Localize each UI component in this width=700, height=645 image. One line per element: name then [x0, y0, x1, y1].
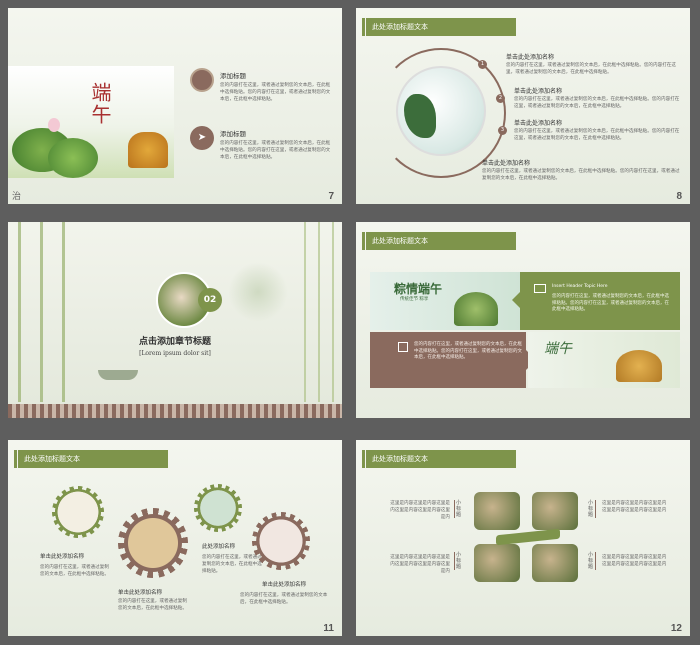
zongzi-icon	[454, 292, 498, 326]
slide-header: 此处添加标题文本	[362, 18, 516, 36]
boat-silhouette	[98, 370, 138, 380]
zongzi-photo	[532, 544, 578, 582]
lotus-leaf-icon	[48, 138, 98, 178]
text-block: 这里是内容这里是内容这里是内这里是内容这里是内容这里是内	[390, 555, 450, 574]
slide-mark: 治	[12, 192, 22, 202]
trees-background	[228, 262, 288, 322]
zongzi-photo	[474, 544, 520, 582]
section-subtitle[interactable]: [Lorem ipsum dolor sit]	[8, 350, 342, 357]
text-block: 这里是内容这里是内容这里是内这里是内容这里是内容这里是内	[602, 555, 667, 567]
step-number: 3	[498, 126, 507, 135]
slide-8[interactable]: 此处添加标题文本 1 单击此处添加名称 您的内容打在这里，或者通过复制您的文本后…	[356, 8, 690, 204]
zongzi-icon	[128, 132, 168, 168]
sub-tag: 小标题	[454, 500, 462, 518]
item-body: 您的内容打在这里，或者通过复制您的文本后，在此框中选择粘贴。	[40, 565, 109, 577]
slide-header: 此处添加标题文本	[362, 232, 516, 250]
dragon-icon	[404, 94, 436, 138]
share-icon	[398, 342, 408, 352]
step-number: 2	[496, 94, 505, 103]
step-body: 您的内容打在这里，或者通过复制您的文本后，在此框中选择粘贴。您的内容打在这里，或…	[506, 63, 676, 75]
panel-body: 您的内容打在这里，或者通过复制您的文本后，在此框中选择粘贴。您的内容打在这里，或…	[552, 294, 669, 312]
hero-image: 端午	[8, 66, 174, 178]
slide-header: 此处添加标题文本	[14, 450, 168, 468]
lotus-flower-icon	[48, 118, 60, 132]
section-badge: 02	[198, 288, 222, 312]
banner-zongzi-1: 粽情端午 传统佳节 粽享	[370, 272, 520, 330]
ring-image-1	[52, 486, 104, 538]
item-body: 您的内容打在这里，或者通过复制您的文本后，在此框中选择粘贴。	[202, 555, 262, 574]
paper-plane-icon: ➤	[190, 126, 214, 150]
sub-tag: 小标题	[588, 552, 596, 570]
step-title: 单击此处添加名称	[514, 88, 563, 95]
panel-title: Insert Header Topic Here	[552, 284, 608, 289]
green-panel: Insert Header Topic Here 您的内容打在这里，或者通过复制…	[520, 272, 680, 330]
text-block: 这里是内容这里是内容这里是内这里是内容这里是内容这里是内	[602, 501, 667, 513]
duanwu-logo: 端午	[88, 82, 112, 126]
feature-title: 添加标题	[220, 130, 246, 138]
ring-image-4	[252, 512, 310, 570]
dragon-boat-image	[396, 66, 486, 156]
banner-title: 端午	[544, 341, 572, 357]
green-arrow-connector	[496, 528, 560, 546]
slide-header: 此处添加标题文本	[362, 450, 516, 468]
ring-image-3	[194, 484, 242, 532]
chevron-left-icon[interactable]	[512, 290, 522, 310]
slide-11[interactable]: 此处添加标题文本 单击此处添加名称 您的内容打在这里，或者通过复制您的文本后，在…	[8, 440, 342, 636]
item-title: 单击此处添加名称	[118, 590, 163, 596]
step-title: 单击此处添加名称	[514, 120, 563, 127]
step-number: 1	[478, 60, 487, 69]
slide-9[interactable]: 02 点击添加章节标题 [Lorem ipsum dolor sit] 9	[8, 222, 342, 418]
zongzi-icon	[616, 350, 662, 382]
section-title[interactable]: 点击添加章节标题	[8, 334, 342, 347]
step-title: 单击此处添加名称	[482, 160, 531, 167]
slide-7[interactable]: 端午 添加标题 您的内容打在这里，或者通过复制您的文本后，在此框中选择粘贴。您的…	[8, 8, 342, 204]
step-title: 单击此处添加名称	[506, 54, 555, 61]
banner-title: 粽情端午	[394, 282, 443, 296]
lotus-badge-icon	[190, 68, 214, 92]
item-title: 此处添加名称	[202, 544, 236, 550]
step-body: 您的内容打在这里，或者通过复制您的文本后，在此框中选择粘贴。您的内容打在这里，或…	[482, 169, 680, 181]
panel-body: 您的内容打在这里，或者通过复制您的文本后，在此框中选择粘贴。您的内容打在这里，或…	[414, 342, 522, 360]
banner-zongzi-2: 端午	[528, 332, 680, 388]
decorative-lattice-border	[8, 404, 342, 418]
ring-image-2	[118, 508, 188, 578]
feature-title: 添加标题	[220, 72, 246, 80]
image-icon	[534, 284, 546, 293]
zongzi-photo	[474, 492, 520, 530]
banner-subtitle: 传统佳节 粽享	[400, 297, 429, 302]
slide-number: 8	[676, 191, 682, 202]
bamboo-left-image	[8, 222, 78, 402]
item-body: 您的内容打在这里，或者通过复制您的文本后，在此框中选择粘贴。	[240, 593, 328, 605]
zongzi-photo	[532, 492, 578, 530]
step-body: 您的内容打在这里，或者通过复制您的文本后，在此框中选择粘贴。您的内容打在这里，或…	[514, 129, 680, 141]
bamboo-right-image	[292, 222, 342, 402]
item-body: 您的内容打在这里，或者通过复制您的文本后，在此框中选择粘贴。	[118, 599, 187, 611]
sub-tag: 小标题	[588, 500, 596, 518]
slide-number: 12	[670, 623, 682, 634]
slide-number: 7	[328, 191, 334, 202]
step-body: 您的内容打在这里，或者通过复制您的文本后，在此框中选择粘贴。您的内容打在这里，或…	[514, 97, 680, 109]
slide-number: 11	[323, 623, 334, 634]
feature-body: 您的内容打在这里，或者通过复制您的文本后，在此框中选择粘贴。您的内容打在这里，或…	[220, 141, 331, 160]
sub-tag: 小标题	[454, 552, 462, 570]
text-block: 这里是内容这里是内容这里是内这里是内容这里是内容这里是内	[390, 501, 450, 520]
brown-panel: 您的内容打在这里，或者通过复制您的文本后，在此框中选择粘贴。您的内容打在这里，或…	[370, 332, 526, 388]
item-title: 单击此处添加名称	[40, 554, 85, 560]
feature-body: 您的内容打在这里，或者通过复制您的文本后，在此框中选择粘贴。您的内容打在这里，或…	[220, 83, 331, 102]
slide-12[interactable]: 此处添加标题文本 这里是内容这里是内容这里是内这里是内容这里是内容这里是内 这里…	[356, 440, 690, 636]
item-title: 单击此处添加名称	[262, 582, 307, 588]
slide-10[interactable]: 此处添加标题文本 粽情端午 传统佳节 粽享 Insert Header Topi…	[356, 222, 690, 418]
